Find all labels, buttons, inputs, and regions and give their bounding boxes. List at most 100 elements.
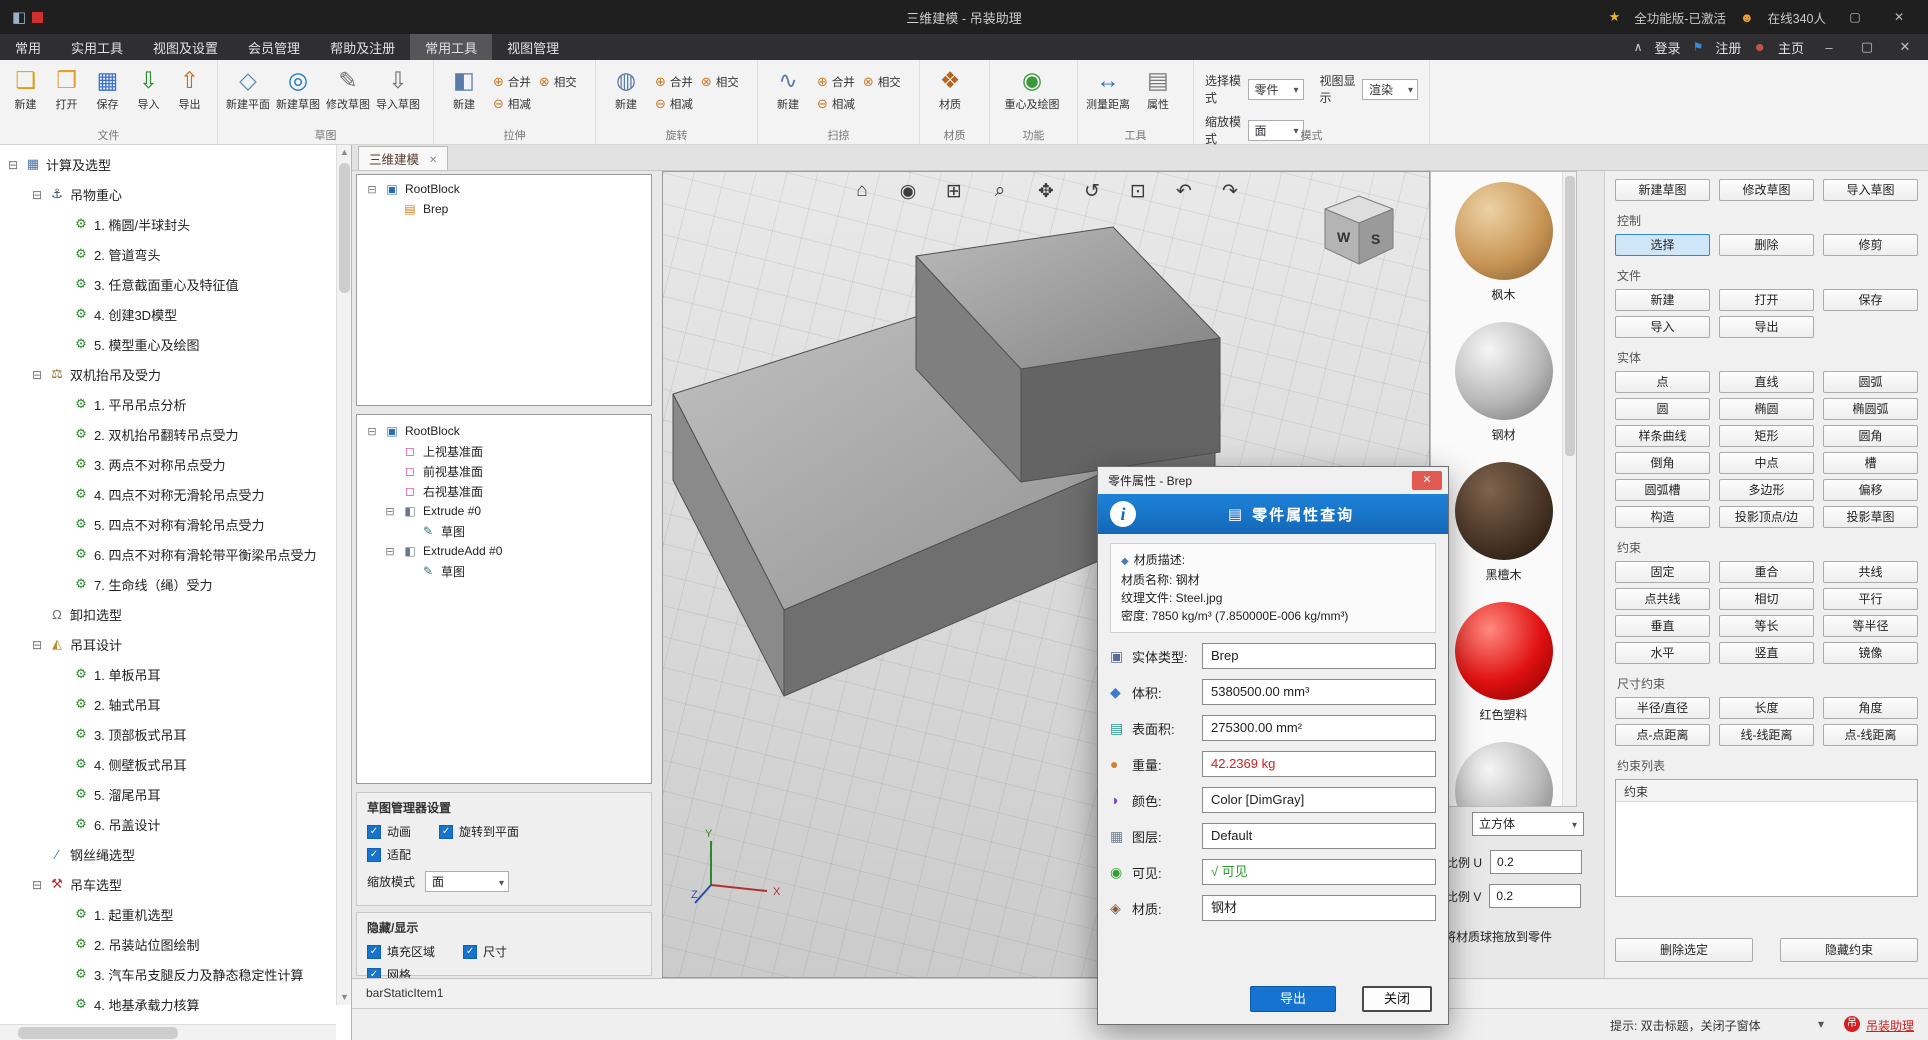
expander-icon[interactable]	[30, 637, 44, 652]
constraint-button[interactable]: 垂直	[1615, 615, 1710, 637]
material-scrollbar[interactable]	[1562, 172, 1576, 806]
tree-item[interactable]: ⚙ 5. 溜尾吊耳	[0, 779, 336, 809]
ribbon-button[interactable]: ⇩ 导入草图	[373, 63, 423, 112]
constraint-button[interactable]: 等半径	[1823, 615, 1918, 637]
expander-icon[interactable]	[383, 504, 397, 518]
field-value-box[interactable]: Color [DimGray]	[1202, 787, 1436, 813]
entity-button[interactable]: 矩形	[1719, 425, 1814, 447]
tree-item[interactable]: ⚙ 1. 单板吊耳	[0, 659, 336, 689]
delete-selected-button[interactable]: 删除选定	[1615, 938, 1753, 962]
ribbon-button[interactable]: ✎ 修改草图	[323, 63, 373, 112]
boolean-op-button[interactable]: ⊕ 合并	[493, 71, 531, 92]
tree-item[interactable]: ⚙ 4. 创建3D模型	[0, 299, 336, 329]
material-sphere[interactable]	[1455, 322, 1553, 420]
viewport-nav-icon[interactable]: ⊡	[1127, 180, 1149, 203]
entity-button[interactable]: 椭圆弧	[1823, 398, 1918, 420]
expander-icon[interactable]	[30, 187, 44, 202]
constraint-button[interactable]: 相切	[1719, 588, 1814, 610]
sketch-top-button[interactable]: 修改草图	[1719, 179, 1814, 201]
horizontal-scrollbar[interactable]	[0, 1024, 336, 1040]
tab-3d-modeling[interactable]: 三维建模	[358, 146, 448, 170]
expander-icon[interactable]	[30, 367, 44, 382]
entity-button[interactable]: 样条曲线	[1615, 425, 1710, 447]
tab-close-icon[interactable]	[429, 152, 437, 166]
home-link[interactable]: 主页	[1778, 38, 1804, 57]
tree-item[interactable]: ⚙ 2. 吊装站位图绘制	[0, 929, 336, 959]
control-button[interactable]: 修剪	[1823, 234, 1918, 256]
material-item[interactable]: 黑檀木	[1431, 452, 1576, 592]
tree-item[interactable]: ◻ 前视基准面	[359, 461, 649, 481]
entity-button[interactable]: 投影草图	[1823, 506, 1918, 528]
menu-item[interactable]: 帮助及注册	[315, 34, 410, 60]
entity-button[interactable]: 圆弧槽	[1615, 479, 1710, 501]
file-button[interactable]: 导出	[1719, 316, 1814, 338]
select-mode-dropdown[interactable]: 零件	[1248, 79, 1304, 100]
expander-icon[interactable]	[365, 182, 379, 196]
constraint-button[interactable]: 点共线	[1615, 588, 1710, 610]
viewport-nav-icon[interactable]: ↶	[1173, 180, 1195, 203]
field-value-box[interactable]: √ 可见	[1202, 859, 1436, 885]
tree-item[interactable]: ⚙ 4. 侧壁板式吊耳	[0, 749, 336, 779]
menu-item[interactable]: 常用	[0, 34, 56, 60]
field-value-box[interactable]: 42.2369 kg	[1202, 751, 1436, 777]
scrollbar-thumb[interactable]	[1565, 176, 1575, 456]
scale-v-field[interactable]: 0.2	[1489, 884, 1581, 908]
ribbon-button[interactable]: ↔ 测量距离	[1083, 63, 1133, 112]
viewport-nav-icon[interactable]: ↷	[1219, 180, 1241, 203]
tree-item[interactable]: ⚙ 2. 轴式吊耳	[0, 689, 336, 719]
menu-item[interactable]: 视图管理	[492, 34, 574, 60]
tree-item[interactable]: ⚙ 3. 汽车吊支腿反力及静态稳定性计算	[0, 959, 336, 989]
file-button[interactable]: 打开	[1719, 289, 1814, 311]
sketch-top-button[interactable]: 导入草图	[1823, 179, 1918, 201]
sketch-top-button[interactable]: 新建草图	[1615, 179, 1710, 201]
tree-item[interactable]: ◭ 吊耳设计	[0, 629, 336, 659]
boolean-op-button[interactable]: ⊗ 相交	[863, 71, 901, 92]
entity-button[interactable]: 构造	[1615, 506, 1710, 528]
ribbon-button[interactable]: ▦ 保存	[87, 63, 128, 112]
field-value-box[interactable]: Brep	[1202, 643, 1436, 669]
material-item[interactable]: 枫木	[1431, 172, 1576, 312]
dimensions-checkbox[interactable]: 尺寸	[463, 943, 507, 960]
file-button[interactable]: 新建	[1615, 289, 1710, 311]
material-sphere[interactable]	[1455, 742, 1553, 807]
tree-item[interactable]: ⚙ 3. 任意截面重心及特征值	[0, 269, 336, 299]
constraint-button[interactable]: 共线	[1823, 561, 1918, 583]
scrollbar-thumb[interactable]	[18, 1027, 178, 1039]
tree-item[interactable]: ⚙ 7. 生命线（绳）受力	[0, 569, 336, 599]
ribbon-button[interactable]: ◎ 新建草图	[273, 63, 323, 112]
scroll-down-icon[interactable]: ▼	[337, 990, 352, 1005]
tree-item[interactable]: ⚙ 1. 起重机选型	[0, 899, 336, 929]
tree-item[interactable]: ⚙ 2. 双机抬吊翻转吊点受力	[0, 419, 336, 449]
export-button[interactable]: 导出	[1250, 986, 1336, 1012]
constraint-button[interactable]: 平行	[1823, 588, 1918, 610]
view-display-dropdown[interactable]: 渲染	[1362, 79, 1418, 100]
tree-item[interactable]: ⚒ 吊车选型	[0, 869, 336, 899]
tree-item[interactable]: ⚖ 双机抬吊及受力	[0, 359, 336, 389]
viewport-nav-icon[interactable]: ⌂	[851, 180, 873, 203]
ribbon-button[interactable]: ◇ 新建平面	[223, 63, 273, 112]
ribbon-button[interactable]: ⇧ 导出	[169, 63, 210, 112]
centroid-draw-button[interactable]: ◉ 重心及绘图	[995, 63, 1069, 112]
login-link[interactable]: 登录	[1655, 38, 1681, 57]
viewport-nav-icon[interactable]: ◉	[897, 180, 919, 203]
tree-item[interactable]: ⚙ 6. 四点不对称有滑轮带平衡梁吊点受力	[0, 539, 336, 569]
material-sphere[interactable]	[1455, 602, 1553, 700]
dialog-close-icon[interactable]: ✕	[1412, 471, 1442, 490]
close-icon[interactable]: ✕	[1892, 39, 1918, 55]
expander-icon[interactable]	[6, 157, 20, 172]
entity-button[interactable]: 投影顶点/边	[1719, 506, 1814, 528]
tree-item[interactable]: ⚙ 5. 模型重心及绘图	[0, 329, 336, 359]
file-button[interactable]: 导入	[1615, 316, 1710, 338]
dimension-constraint-button[interactable]: 点-点距离	[1615, 724, 1710, 746]
constraint-button[interactable]: 竖直	[1719, 642, 1814, 664]
tree-item[interactable]: ▣ RootBlock	[359, 421, 649, 441]
animation-checkbox[interactable]: 动画	[367, 823, 411, 840]
tree-item[interactable]: ⚙ 5. 四点不对称有滑轮吊点受力	[0, 509, 336, 539]
tree-item[interactable]: ⚙ 2. 管道弯头	[0, 239, 336, 269]
entity-button[interactable]: 椭圆	[1719, 398, 1814, 420]
ribbon-button[interactable]: ❒ 打开	[46, 63, 87, 112]
tree-item[interactable]: ⚙ 3. 顶部板式吊耳	[0, 719, 336, 749]
boolean-op-button[interactable]: ⊖ 相减	[493, 93, 531, 114]
material-item[interactable]	[1431, 732, 1576, 807]
dimension-constraint-button[interactable]: 点-线距离	[1823, 724, 1918, 746]
